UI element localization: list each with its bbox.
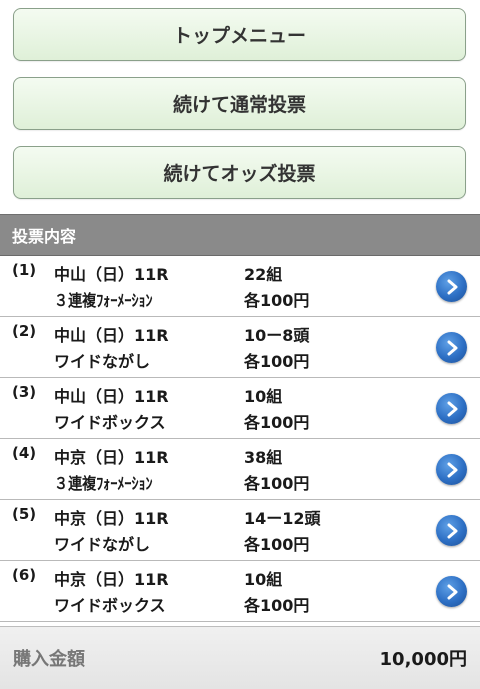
bet-unit-price: 各100円 — [244, 474, 310, 493]
chevron-right-circle-icon[interactable] — [436, 576, 467, 607]
bet-type: ３連複ﾌｫｰﾒｰｼｮﾝ — [54, 291, 153, 310]
bet-count: 22組 — [244, 265, 283, 284]
bet-number: (1) — [12, 261, 37, 279]
race-name: 中山（日）11R — [54, 387, 169, 406]
chevron-right-circle-icon[interactable] — [436, 515, 467, 546]
bet-type: ワイドながし — [54, 352, 151, 371]
race-name: 中山（日）11R — [54, 326, 169, 345]
continue-odds-vote-button[interactable]: 続けてオッズ投票 — [13, 146, 466, 199]
bet-number: (5) — [12, 505, 37, 523]
chevron-right-circle-icon[interactable] — [436, 393, 467, 424]
race-name: 中京（日）11R — [54, 509, 169, 528]
bet-row[interactable]: (1) 中山（日）11R ３連複ﾌｫｰﾒｰｼｮﾝ 22組 各100円 — [0, 256, 480, 317]
bet-count: 14ー12頭 — [244, 509, 321, 528]
top-menu-button[interactable]: トップメニュー — [13, 8, 466, 61]
bet-unit-price: 各100円 — [244, 291, 310, 310]
bet-row[interactable]: (3) 中山（日）11R ワイドボックス 10組 各100円 — [0, 378, 480, 439]
chevron-right-circle-icon[interactable] — [436, 332, 467, 363]
bet-type: ワイドながし — [54, 535, 151, 554]
bet-type: ワイドボックス — [54, 596, 166, 615]
chevron-right-circle-icon[interactable] — [436, 271, 467, 302]
purchase-amount-value: 10,000円 — [379, 649, 467, 670]
bet-list: (1) 中山（日）11R ３連複ﾌｫｰﾒｰｼｮﾝ 22組 各100円 (2) 中… — [0, 256, 480, 622]
vote-contents-header: 投票内容 — [0, 214, 480, 256]
bet-number: (2) — [12, 322, 37, 340]
purchase-amount-label: 購入金額 — [13, 649, 85, 670]
bet-row[interactable]: (4) 中京（日）11R ３連複ﾌｫｰﾒｰｼｮﾝ 38組 各100円 — [0, 439, 480, 500]
bet-number: (3) — [12, 383, 37, 401]
bet-count: 38組 — [244, 448, 283, 467]
action-buttons: トップメニュー 続けて通常投票 続けてオッズ投票 — [0, 0, 480, 212]
section-title: 投票内容 — [12, 227, 77, 246]
bet-unit-price: 各100円 — [244, 535, 310, 554]
race-name: 中京（日）11R — [54, 448, 169, 467]
bet-count: 10ー8頭 — [244, 326, 310, 345]
bet-row[interactable]: (5) 中京（日）11R ワイドながし 14ー12頭 各100円 — [0, 500, 480, 561]
bet-count: 10組 — [244, 570, 283, 589]
bet-number: (4) — [12, 444, 37, 462]
chevron-right-circle-icon[interactable] — [436, 454, 467, 485]
bet-count: 10組 — [244, 387, 283, 406]
bet-type: ３連複ﾌｫｰﾒｰｼｮﾝ — [54, 474, 153, 493]
bet-unit-price: 各100円 — [244, 596, 310, 615]
bet-unit-price: 各100円 — [244, 352, 310, 371]
bet-type: ワイドボックス — [54, 413, 166, 432]
bet-row[interactable]: (6) 中京（日）11R ワイドボックス 10組 各100円 — [0, 561, 480, 622]
continue-normal-vote-button[interactable]: 続けて通常投票 — [13, 77, 466, 130]
purchase-total-bar: 購入金額 10,000円 — [0, 626, 480, 689]
race-name: 中山（日）11R — [54, 265, 169, 284]
bet-number: (6) — [12, 566, 37, 584]
bet-row[interactable]: (2) 中山（日）11R ワイドながし 10ー8頭 各100円 — [0, 317, 480, 378]
bet-unit-price: 各100円 — [244, 413, 310, 432]
race-name: 中京（日）11R — [54, 570, 169, 589]
